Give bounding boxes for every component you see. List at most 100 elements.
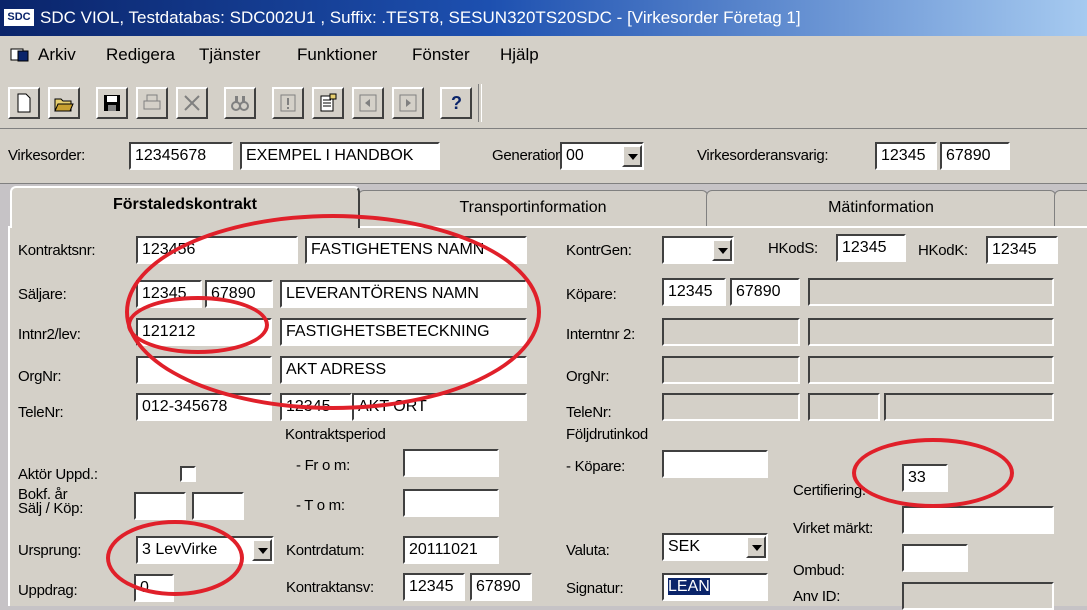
notes-button[interactable] [312,87,344,119]
kontrgen-dropdown-button[interactable] [712,239,732,261]
tom-date-field[interactable] [403,489,499,517]
generation-dropdown-button[interactable] [622,145,642,167]
ursprung-value: 3 LevVirke [142,541,218,558]
orgnr2-extra-field [808,356,1054,384]
kontrdatum-field[interactable]: 20111021 [403,536,499,564]
menu-tjanster[interactable]: Tjänster [199,45,260,65]
intnr-field[interactable]: 121212 [136,318,272,346]
ansvarig-field-2[interactable]: 67890 [940,142,1010,170]
virket-markt-label: Virket märkt: [793,520,874,537]
foljd-kopare-field[interactable] [662,450,768,478]
virkesorder-number-field[interactable]: 12345678 [129,142,233,170]
valuta-select[interactable]: SEK [662,533,768,561]
kontraktansv-field-1[interactable]: 12345 [403,573,465,601]
kopare-field-1[interactable]: 12345 [662,278,726,306]
hkodk-label: HKodK: [918,242,968,259]
ansvarig-label: Virkesorderansvarig: [697,147,829,164]
signatur-field[interactable]: LEAN [662,573,768,601]
valuta-dropdown-button[interactable] [746,536,766,558]
help-button[interactable]: ? [440,87,472,119]
menu-redigera[interactable]: Redigera [106,45,175,65]
ombud-label: Ombud: [793,562,845,579]
system-menu-icon[interactable] [10,47,30,63]
telenr2-ort-field [884,393,1054,421]
fastighetsbeteckning-field[interactable]: FASTIGHETSBETECKNING [280,318,527,346]
kontrgen-select[interactable] [662,236,734,264]
kopare-label: Köpare: [566,286,617,303]
fastighetens-namn-field[interactable]: FASTIGHETENS NAMN [305,236,527,264]
save-button[interactable] [96,87,128,119]
intnr-label: Intnr2/lev: [18,326,81,343]
bokf-kop-field[interactable] [192,492,244,520]
tab-label: Transportinformation [459,199,607,216]
aktor-uppd-checkbox[interactable] [180,466,196,482]
menu-fonster[interactable]: Fönster [412,45,470,65]
tab-forstaledskontrakt[interactable]: Förstaledskontrakt [10,186,360,228]
print-button[interactable] [136,87,168,119]
new-button[interactable] [8,87,40,119]
saljare-field-2[interactable]: 67890 [205,280,273,308]
hkods-field[interactable]: 12345 [836,234,906,262]
kontraktansv-field-2[interactable]: 67890 [470,573,532,601]
menu-arkiv[interactable]: Arkiv [38,45,76,65]
ombud-field[interactable] [902,544,968,572]
find-icon [231,96,249,111]
ursprung-select[interactable]: 3 LevVirke [136,536,274,564]
generation-value: 00 [566,147,584,164]
saljare-label: Säljare: [18,286,67,303]
virkesorder-label: Virkesorder: [8,147,85,164]
next-icon [399,94,417,112]
interntnr-field [662,318,800,346]
orgnr2-label: OrgNr: [566,368,610,385]
postnr-field[interactable]: 12345 [280,393,352,421]
from-date-field[interactable] [403,449,499,477]
virket-markt-field[interactable] [902,506,1054,534]
telenr2-postnr-field [808,393,880,421]
kontrgen-label: KontrGen: [566,242,632,259]
open-button[interactable] [48,87,80,119]
notes-icon [320,93,337,112]
tab-transportinformation[interactable]: Transportinformation [358,190,708,226]
kontraktsnr-label: Kontraktsnr: [18,242,96,259]
hkods-label: HKodS: [768,240,818,257]
ursprung-dropdown-button[interactable] [252,539,272,561]
hkodk-field[interactable]: 12345 [986,236,1058,264]
menu-funktioner[interactable]: Funktioner [297,45,377,65]
foljdrutinkod-label: Följdrutinkod [566,426,648,443]
kontrdatum-label: Kontrdatum: [286,542,365,559]
foljd-kopare-label: - Köpare: [566,458,625,475]
telenr-field[interactable]: 012-345678 [136,393,272,421]
kontraktsperiod-label: Kontraktsperiod [285,426,386,443]
kontraktsnr-field[interactable]: 123456 [136,236,298,264]
order-header: Virkesorder: 12345678 EXEMPEL I HANDBOK … [0,129,1087,184]
aktor-uppd-label: Aktör Uppd.: [18,466,98,483]
delete-button[interactable] [176,87,208,119]
orgnr2-field [662,356,800,384]
open-icon [54,98,74,112]
ansvarig-field-1[interactable]: 12345 [875,142,937,170]
exclamation-button[interactable] [272,87,304,119]
saljare-field-1[interactable]: 12345 [136,280,202,308]
akt-adress-field[interactable]: AKT ADRESS [280,356,527,384]
leverantorens-namn-field[interactable]: LEVERANTÖRENS NAMN [280,280,527,308]
tab-more[interactable] [1054,190,1087,226]
akt-ort-field[interactable]: AKT ORT [352,393,527,421]
tab-matinformation[interactable]: Mätinformation [706,190,1056,226]
prev-icon [359,94,377,112]
virkesorder-name-field[interactable]: EXEMPEL I HANDBOK [240,142,440,170]
menu-hjalp[interactable]: Hjälp [500,45,539,65]
generation-select[interactable]: 00 [560,142,644,170]
bokf-salj-field[interactable] [134,492,186,520]
menu-bar: Arkiv Redigera Tjänster Funktioner Fönst… [0,36,1087,74]
certifiering-field[interactable]: 33 [902,464,948,492]
uppdrag-field[interactable]: 0 [134,574,174,602]
valuta-value: SEK [668,538,701,555]
orgnr-field[interactable] [136,356,272,384]
delete-icon [184,95,200,111]
next-button[interactable] [392,87,424,119]
kopare-field-2[interactable]: 67890 [730,278,800,306]
orgnr-label: OrgNr: [18,368,62,385]
previous-button[interactable] [352,87,384,119]
toolbar: ? [0,74,1087,129]
find-button[interactable] [224,87,256,119]
